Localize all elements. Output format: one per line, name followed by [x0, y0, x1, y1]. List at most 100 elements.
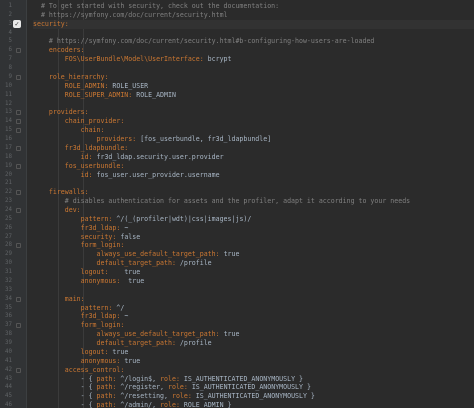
yaml-value: fos_user.user_provider.username: [92, 170, 220, 179]
fold-toggle-icon[interactable]: [16, 48, 21, 54]
fold-toggle-icon[interactable]: [16, 296, 21, 302]
yaml-key: id:: [33, 170, 93, 179]
yaml-key: role:: [168, 383, 188, 392]
yaml-key: security:: [33, 232, 117, 241]
yaml-key: providers:: [33, 108, 89, 117]
yaml-value: ^/login$,: [116, 374, 161, 383]
yaml-key: FOS\UserBundle\Model\UserInterface:: [33, 55, 204, 64]
yaml-key: path:: [96, 383, 117, 392]
code-editor[interactable]: 1 2 3 ✓ 4 5 6 7 8 9 10 11 12 13 14 15 16 17 18 19 20 21 22 23 24…: [0, 0, 474, 408]
yaml-value: /profile: [175, 259, 212, 268]
yaml-key: form_login:: [33, 241, 125, 250]
yaml-value: ^/admin/,: [116, 401, 161, 408]
yaml-value: ~: [120, 312, 129, 321]
yaml-key: path:: [96, 374, 117, 383]
yaml-value: bcrypt: [203, 55, 232, 64]
yaml-value: ~: [120, 223, 129, 232]
yaml-key: providers:: [33, 135, 137, 144]
yaml-key: pattern:: [33, 303, 113, 312]
checkmark-icon[interactable]: ✓: [13, 20, 21, 29]
line-number: 46: [5, 402, 12, 408]
yaml-key: default_target_path:: [33, 339, 176, 348]
fold-toggle-icon[interactable]: [16, 367, 21, 373]
yaml-key: firewalls:: [33, 188, 89, 197]
yaml-value: IS_AUTHENTICATED_ANONYMOUSLY }: [191, 392, 315, 401]
comment-text: # https://symfony.com/doc/current/securi…: [33, 37, 375, 46]
code-line[interactable]: # disables authentication for assets and…: [33, 197, 410, 206]
yaml-value: fr3d_ldap.security.user.provider: [92, 152, 224, 161]
yaml-value: ROLE_USER: [108, 81, 149, 90]
code-line[interactable]: security:: [33, 19, 474, 30]
yaml-value: true: [120, 356, 141, 365]
yaml-value: ^/resetting,: [116, 392, 172, 401]
yaml-key: always_use_default_target_path:: [33, 330, 220, 339]
code-line[interactable]: id: fos_user.user_provider.username: [33, 171, 220, 180]
yaml-value: true: [219, 330, 240, 339]
yaml-key: chain_provider:: [33, 117, 125, 126]
yaml-key: id:: [33, 152, 93, 161]
fold-toggle-icon[interactable]: [16, 145, 21, 151]
comment-text: # disables authentication for assets and…: [33, 197, 411, 206]
fold-toggle-icon[interactable]: [16, 323, 21, 329]
comment-text: # To get started with security, check ou…: [33, 2, 280, 10]
yaml-key: anonymous:: [33, 356, 121, 365]
yaml-value: /profile: [175, 339, 212, 348]
yaml-key: pattern:: [33, 214, 113, 223]
yaml-value: true: [120, 276, 145, 285]
yaml-value: - {: [33, 401, 97, 408]
yaml-key: encoders:: [33, 46, 85, 55]
yaml-key: fos_userbundle:: [33, 161, 125, 170]
comment-text: # https://symfony.com/doc/current/securi…: [33, 10, 228, 19]
yaml-value: true: [219, 250, 240, 259]
yaml-key: default_target_path:: [33, 259, 176, 268]
yaml-value: ROLE_ADMIN }: [179, 401, 232, 408]
yaml-key: anonymous:: [33, 276, 121, 285]
yaml-key: ROLE_SUPER_ADMIN:: [33, 90, 133, 99]
yaml-value: true: [108, 268, 141, 277]
yaml-key: fr3d_ldap:: [33, 223, 121, 232]
code-line[interactable]: anonymous: true: [33, 276, 145, 286]
yaml-value: IS_AUTHENTICATED_ANONYMOUSLY }: [187, 383, 311, 392]
yaml-key: path:: [96, 392, 117, 401]
yaml-key: role:: [171, 392, 192, 401]
yaml-value: true: [108, 347, 129, 356]
code-line[interactable]: FOS\UserBundle\Model\UserInterface: bcry…: [33, 55, 232, 64]
line-number-gutter: 1 2 3 ✓ 4 5 6 7 8 9 10 11 12 13 14 15 16 17 18 19 20 21 22 23 24…: [0, 0, 27, 408]
yaml-key: chain:: [33, 126, 105, 135]
yaml-value: [fos_userbundle, fr3d_ldapbundle]: [136, 135, 272, 144]
fold-toggle-icon[interactable]: [16, 208, 21, 213]
fold-toggle-icon[interactable]: [16, 74, 21, 80]
fold-toggle-icon[interactable]: [16, 110, 21, 116]
yaml-value: - {: [33, 383, 97, 392]
yaml-value: ROLE_ADMIN: [132, 90, 176, 99]
yaml-key: dev:: [33, 206, 81, 214]
yaml-value: ^/: [112, 303, 125, 312]
yaml-key: form_login:: [33, 321, 125, 330]
yaml-key: always_use_default_target_path:: [33, 250, 220, 259]
yaml-key: access_control:: [33, 365, 125, 374]
yaml-value: false: [116, 232, 141, 241]
yaml-key: fr3d_ldap:: [33, 312, 121, 321]
fold-toggle-icon[interactable]: [16, 243, 21, 249]
fold-toggle-icon[interactable]: [16, 163, 21, 169]
yaml-key: fr3d_ldapbundle:: [33, 143, 129, 152]
code-line[interactable]: ROLE_SUPER_ADMIN: ROLE_ADMIN: [33, 91, 176, 100]
yaml-value: ^/register,: [116, 383, 168, 392]
yaml-key: path:: [96, 401, 117, 408]
yaml-value: ^/(_(profiler|wdt)|css|images|js)/: [112, 214, 252, 223]
yaml-key: ROLE_ADMIN:: [33, 81, 109, 90]
fold-toggle-icon[interactable]: [16, 128, 21, 134]
yaml-key: logout:: [33, 268, 109, 277]
yaml-key: role:: [160, 401, 180, 408]
yaml-value: - {: [33, 392, 97, 401]
code-line[interactable]: - { path: ^/admin/, role: ROLE_ADMIN }: [33, 401, 232, 408]
fold-toggle-icon[interactable]: [16, 119, 21, 125]
yaml-value: - {: [33, 374, 97, 383]
yaml-key: logout:: [33, 347, 109, 356]
yaml-key: role:: [160, 374, 180, 383]
code-area[interactable]: # To get started with security, check ou…: [27, 0, 474, 408]
yaml-key: security:: [33, 19, 69, 28]
fold-toggle-icon[interactable]: [16, 190, 21, 196]
yaml-value: IS_AUTHENTICATED_ANONYMOUSLY }: [179, 374, 303, 383]
yaml-key: role_hierarchy:: [33, 72, 109, 81]
